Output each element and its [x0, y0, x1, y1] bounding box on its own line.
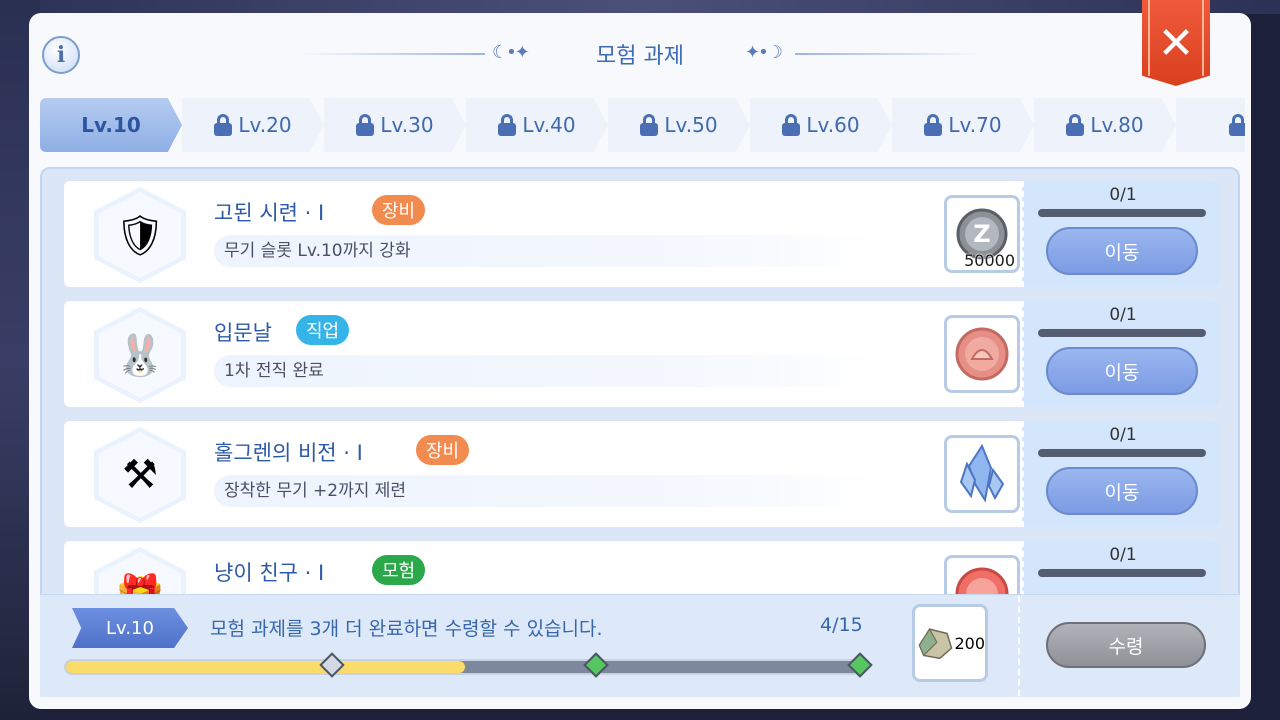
quest-icon-frame: 🛡: [94, 187, 186, 283]
tab-lv70[interactable]: Lv.70: [892, 98, 1034, 152]
quest-icon-frame: 🐰: [94, 307, 186, 403]
milestone-progress-fill: [66, 661, 465, 673]
quest-tag: 장비: [416, 435, 470, 465]
tab-lv20[interactable]: Lv.20: [182, 98, 324, 152]
level-tabs: Lv.10 Lv.20 Lv.30 Lv.40 Lv.50 Lv.60 Lv.7…: [40, 96, 1245, 154]
tab-label: Lv.10: [81, 113, 141, 137]
quest-card: 🛡 고된 시련 · Ⅰ 장비 무기 슬롯 Lv.10까지 강화 Z 50000 …: [64, 181, 1220, 287]
quest-tag: 모험: [372, 555, 426, 585]
quest-description: 1차 전직 완료: [214, 355, 874, 387]
go-button[interactable]: 이동: [1046, 467, 1198, 515]
svg-text:Z: Z: [973, 220, 990, 248]
quest-description: 장착한 무기 +2까지 제련: [214, 475, 874, 507]
tab-label: Lv.80: [1090, 113, 1144, 137]
reward-quantity: 50000: [964, 251, 1015, 270]
title-ornament-line-left: [300, 53, 485, 55]
level-badge: Lv.10: [72, 608, 188, 648]
close-button[interactable]: ✕: [1142, 0, 1210, 86]
reward-slot[interactable]: [944, 315, 1020, 393]
claim-button[interactable]: 수령: [1046, 622, 1206, 668]
armor-upgrade-icon: 🛡: [99, 192, 181, 278]
quest-progress-bar: [1038, 569, 1206, 577]
lock-icon: [782, 114, 801, 136]
background-top: [0, 0, 1280, 14]
go-button[interactable]: 이동: [1046, 347, 1198, 395]
quest-count: 0/1: [1109, 545, 1137, 565]
tab-lv50[interactable]: Lv.50: [608, 98, 750, 152]
milestone-reward-slot[interactable]: 200: [912, 604, 988, 682]
lock-icon: [1229, 114, 1245, 136]
quest-card: ⚒ 홀그렌의 비전 · Ⅰ 장비 장착한 무기 +2까지 제련 0/1 이동: [64, 421, 1220, 527]
tab-label: Lv.20: [238, 113, 292, 137]
go-button[interactable]: 이동: [1046, 227, 1198, 275]
quest-progress-area: 0/1 이동: [1022, 301, 1220, 407]
quest-icon-frame: ⚒: [94, 427, 186, 523]
tab-label: Lv.50: [664, 113, 718, 137]
tab-label: Lv.30: [380, 113, 434, 137]
lock-icon: [1066, 114, 1085, 136]
tab-lv60[interactable]: Lv.60: [750, 98, 892, 152]
tab-lv40[interactable]: Lv.40: [466, 98, 608, 152]
divider: [1018, 596, 1020, 696]
milestone-progress-bar: [64, 659, 866, 675]
quest-description: 무기 슬롯 Lv.10까지 강화: [214, 235, 874, 267]
novice-character-icon: 🐰: [99, 312, 181, 398]
reward-quantity: 200: [954, 633, 985, 653]
quest-count: 0/1: [1109, 305, 1137, 325]
quest-count: 0/1: [1109, 425, 1137, 445]
tab-label: Lv.60: [806, 113, 860, 137]
tab-label: Lv.40: [522, 113, 576, 137]
lock-icon: [214, 114, 233, 136]
blue-crystal-icon: [959, 444, 1005, 503]
ore-stone-icon: [918, 628, 953, 660]
quest-title: 고된 시련 · Ⅰ: [214, 201, 325, 225]
quest-card: 🐰 입문날 직업 1차 전직 완료 0/1 이동: [64, 301, 1220, 407]
reward-slot[interactable]: [944, 435, 1020, 513]
anvil-hammer-icon: ⚒: [99, 432, 181, 518]
tab-lv10[interactable]: Lv.10: [40, 98, 182, 152]
page-title: 모험 과제: [596, 44, 684, 69]
lock-icon: [356, 114, 375, 136]
close-icon: ✕: [1157, 18, 1195, 69]
quest-progress-area: 0/1 이동: [1022, 181, 1220, 287]
reward-slot[interactable]: Z 50000: [944, 195, 1020, 273]
title-ornament-line-right: [795, 53, 980, 55]
pink-medal-icon: [955, 327, 1009, 381]
tab-lv90[interactable]: L: [1176, 98, 1245, 152]
milestone-count: 4/15: [820, 614, 863, 636]
quest-tag: 장비: [372, 195, 426, 225]
title-moon-right-icon: ✦•☽: [745, 42, 783, 63]
quest-progress-bar: [1038, 329, 1206, 337]
tab-label: Lv.70: [948, 113, 1002, 137]
tab-lv30[interactable]: Lv.30: [324, 98, 466, 152]
lock-icon: [924, 114, 943, 136]
quest-progress-bar: [1038, 449, 1206, 457]
quest-title: 입문날: [214, 321, 272, 345]
info-button[interactable]: i: [42, 36, 80, 74]
milestone-message: 모험 과제를 3개 더 완료하면 수령할 수 있습니다.: [210, 618, 603, 640]
quest-progress-bar: [1038, 209, 1206, 217]
quest-title: 홀그렌의 비전 · Ⅰ: [214, 441, 363, 465]
quest-title: 냥이 친구 · Ⅰ: [214, 561, 325, 585]
lock-icon: [498, 114, 517, 136]
tab-lv80[interactable]: Lv.80: [1034, 98, 1176, 152]
title-moon-left-icon: ☾•✦: [492, 42, 530, 63]
quest-progress-area: 0/1 이동: [1022, 421, 1220, 527]
quest-count: 0/1: [1109, 185, 1137, 205]
quest-tag: 직업: [296, 315, 350, 345]
lock-icon: [640, 114, 659, 136]
